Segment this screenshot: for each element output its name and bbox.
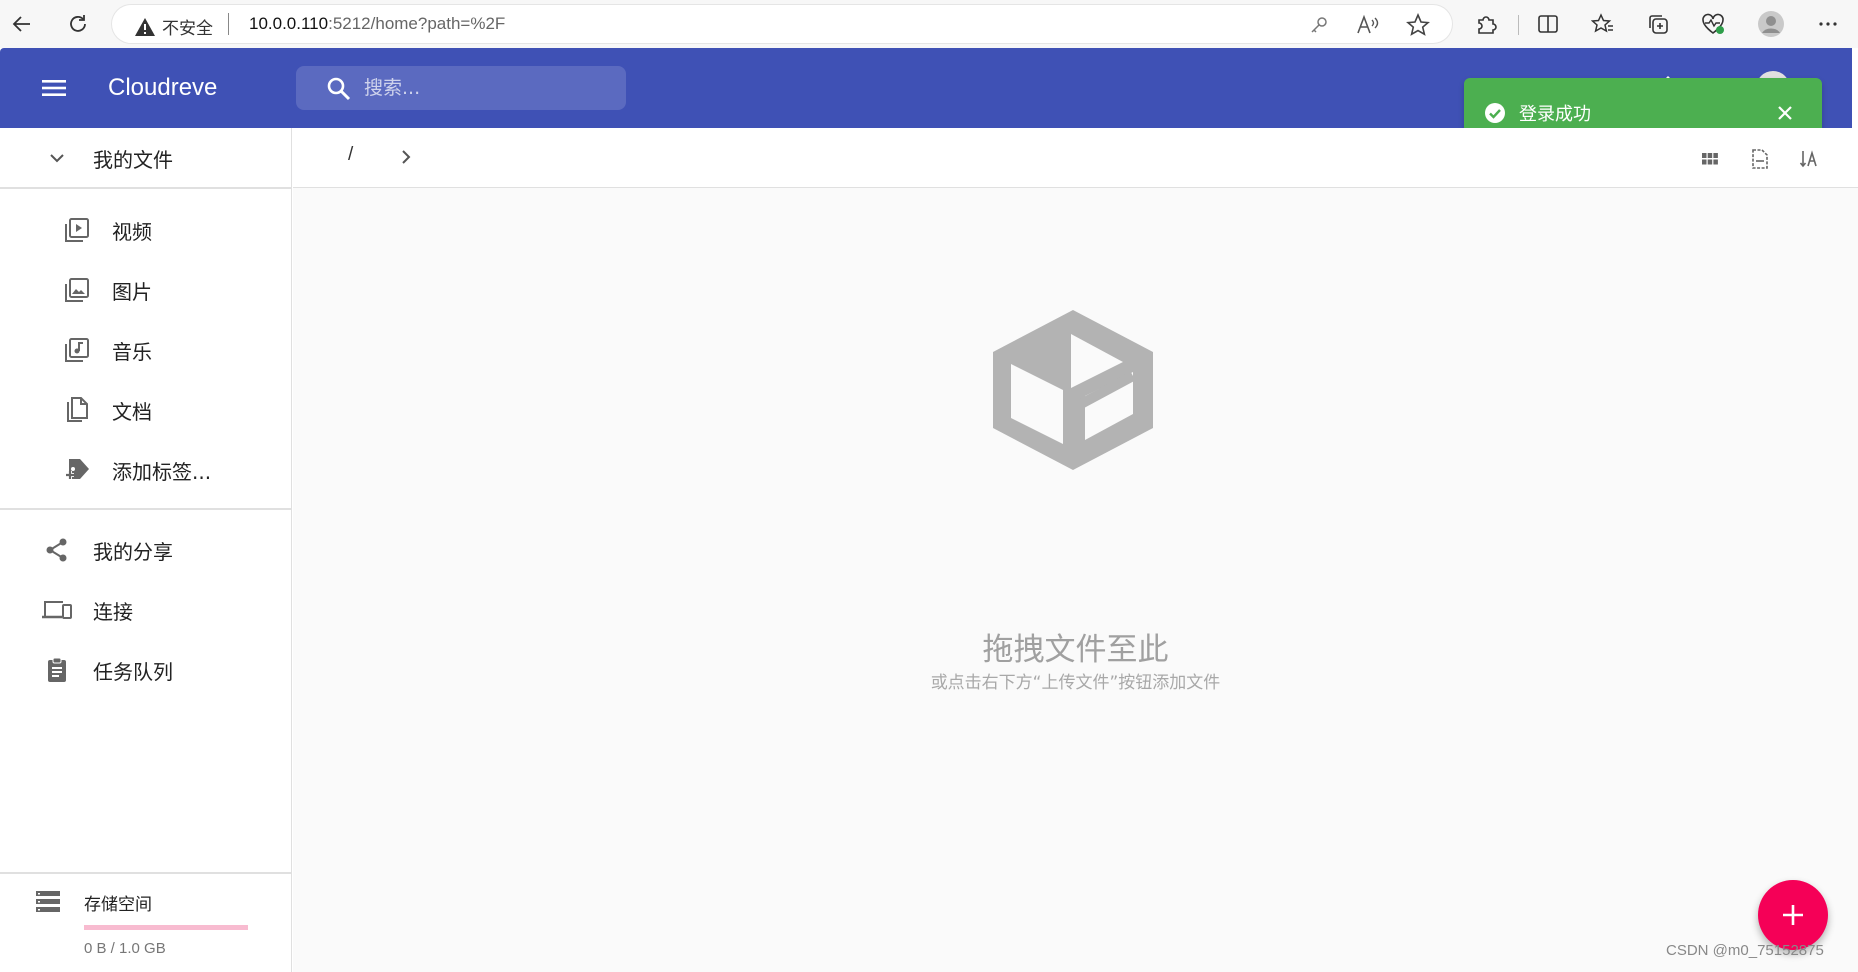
assignment-icon xyxy=(41,654,73,686)
storage-progress-bar xyxy=(84,925,248,930)
share-icon xyxy=(41,534,73,566)
divider xyxy=(0,872,292,874)
address-separator xyxy=(228,13,229,35)
divider xyxy=(0,508,292,510)
more-options-icon[interactable] xyxy=(1812,8,1844,40)
sidebar-item-music[interactable]: 音乐 xyxy=(0,322,292,378)
collections-icon[interactable] xyxy=(1642,8,1674,40)
empty-subtitle: 或点击右下方“上传文件”按钮添加文件 xyxy=(930,673,1221,693)
favorite-star-icon[interactable] xyxy=(1406,13,1430,37)
library-music-icon xyxy=(61,334,93,366)
devices-icon xyxy=(41,594,73,626)
insecure-indicator[interactable]: 不安全 xyxy=(134,14,213,39)
sidebar-item-label: 视频 xyxy=(112,219,152,244)
sidebar-item-images[interactable]: 图片 xyxy=(0,262,292,318)
profile-avatar-icon[interactable] xyxy=(1755,8,1787,40)
search-icon xyxy=(326,76,352,102)
file-select-icon[interactable] xyxy=(1747,146,1773,172)
sidebar-item-label: 文档 xyxy=(112,399,152,424)
sidebar-item-documents[interactable]: 文档 xyxy=(0,382,292,438)
plus-icon xyxy=(1783,905,1803,925)
photo-library-icon xyxy=(61,274,93,306)
sidebar-item-my-files[interactable]: 我的文件 xyxy=(0,130,292,186)
url-text[interactable]: 10.0.0.110:5212/home?path=%2F xyxy=(249,14,505,34)
file-area[interactable]: / 拖拽文件至此 或点击右下方“上传文件”按钮添加文件 xyxy=(293,128,1858,972)
storage-label: 存储空间 xyxy=(84,895,152,915)
sidebar-item-label: 音乐 xyxy=(112,339,152,364)
extensions-icon[interactable] xyxy=(1470,8,1502,40)
toast-message: 登录成功 xyxy=(1519,104,1591,125)
storage-value: 0 B / 1.0 GB xyxy=(84,940,166,957)
file-copy-icon xyxy=(61,394,93,426)
sidebar-item-videos[interactable]: 视频 xyxy=(0,202,292,258)
insecure-label: 不安全 xyxy=(162,19,213,39)
check-circle-icon xyxy=(1484,102,1506,124)
storage-icon xyxy=(34,888,62,914)
navigator-bar: / xyxy=(293,128,1858,188)
chevron-right-icon[interactable] xyxy=(393,144,419,170)
video-library-icon xyxy=(61,214,93,246)
watermark: CSDN @m0_75152875 xyxy=(1666,942,1824,959)
menu-icon[interactable] xyxy=(36,70,72,106)
breadcrumb-root[interactable]: / xyxy=(348,144,353,166)
add-tag-icon xyxy=(61,454,93,486)
search-input[interactable] xyxy=(364,77,604,99)
empty-title: 拖拽文件至此 xyxy=(982,632,1169,668)
search-box[interactable] xyxy=(296,66,626,110)
sort-icon[interactable] xyxy=(1797,146,1823,172)
key-icon[interactable] xyxy=(1308,14,1330,36)
sidebar: 我的文件 视频 图片 音乐 文档 添加标签... 我的分享 连接 任务队列 存储… xyxy=(0,128,292,972)
browser-chrome: 不安全 10.0.0.110:5212/home?path=%2F xyxy=(0,0,1858,48)
sidebar-item-connect[interactable]: 连接 xyxy=(0,582,292,638)
warning-icon xyxy=(135,17,155,36)
sidebar-item-label: 图片 xyxy=(112,279,152,304)
sidebar-item-label: 我的文件 xyxy=(93,147,173,172)
add-fab-button[interactable] xyxy=(1758,880,1828,950)
sidebar-item-label: 添加标签... xyxy=(112,459,212,484)
sidebar-item-label: 任务队列 xyxy=(93,659,173,684)
back-icon[interactable] xyxy=(6,8,38,40)
grid-view-icon[interactable] xyxy=(1697,146,1723,172)
sidebar-item-my-shares[interactable]: 我的分享 xyxy=(0,522,292,578)
refresh-icon[interactable] xyxy=(62,8,94,40)
sidebar-item-task-queue[interactable]: 任务队列 xyxy=(0,642,292,698)
close-icon[interactable] xyxy=(1772,100,1798,126)
read-aloud-icon[interactable] xyxy=(1356,14,1380,36)
sidebar-item-add-tag[interactable]: 添加标签... xyxy=(0,442,292,498)
toolbar-separator xyxy=(1518,15,1519,35)
app-brand[interactable]: Cloudreve xyxy=(108,74,217,102)
sidebar-item-label: 连接 xyxy=(93,599,133,624)
split-screen-icon[interactable] xyxy=(1532,8,1564,40)
address-bar[interactable]: 不安全 10.0.0.110:5212/home?path=%2F xyxy=(112,5,1452,43)
url-path: :5212/home?path=%2F xyxy=(328,14,506,33)
browser-essentials-icon[interactable] xyxy=(1697,8,1729,40)
sidebar-item-label: 我的分享 xyxy=(93,539,173,564)
empty-box-icon xyxy=(983,304,1163,474)
url-host: 10.0.0.110 xyxy=(249,14,329,33)
favorites-icon[interactable] xyxy=(1587,8,1619,40)
chevron-down-icon[interactable] xyxy=(41,142,73,174)
divider xyxy=(0,187,292,189)
